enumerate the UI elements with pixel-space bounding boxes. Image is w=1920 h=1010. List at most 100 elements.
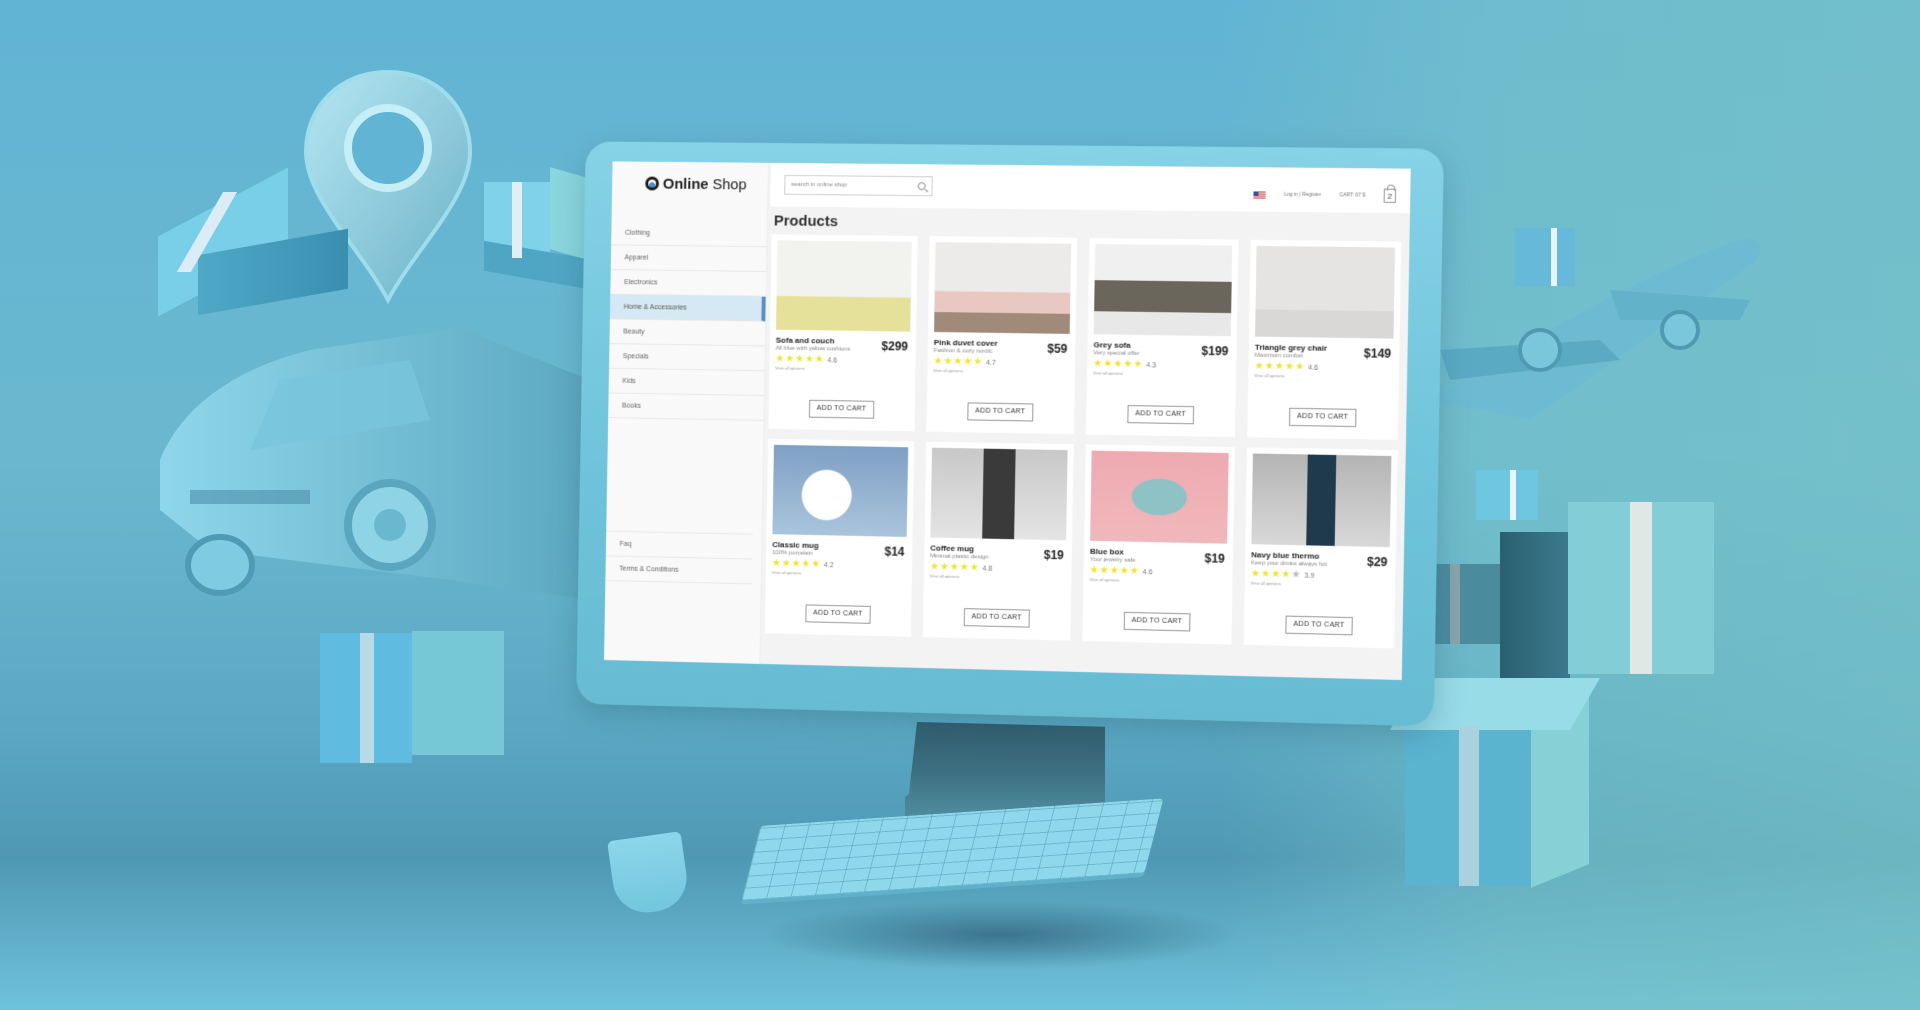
star-icon: ★ (775, 353, 785, 365)
product-price: $19 (1204, 551, 1225, 566)
view-opinions-link[interactable]: View all opinions (1254, 373, 1393, 380)
star-icon: ★ (801, 558, 811, 570)
star-icon: ★ (1274, 361, 1284, 373)
star-icon: ★ (814, 354, 824, 366)
add-to-cart-button[interactable]: ADD TO CART (1123, 611, 1191, 632)
star-icon: ★ (811, 558, 821, 570)
logo-text-bold: Online (662, 175, 709, 193)
product-grid: Sofa and couch All blue with yellow cush… (764, 234, 1402, 649)
logo[interactable]: Online Shop (612, 161, 768, 206)
monitor: Online Shop Clothing Apparel Electronics … (576, 141, 1444, 727)
star-icon: ★ (1089, 564, 1099, 577)
add-to-cart-button[interactable]: ADD TO CART (808, 399, 875, 419)
product-card[interactable]: Sofa and couch All blue with yellow cush… (768, 234, 918, 432)
view-opinions-link[interactable]: View all opinions (1093, 370, 1230, 377)
product-image-white-mug[interactable] (772, 444, 909, 537)
search-icon[interactable] (917, 182, 926, 191)
cart-total[interactable]: CART: 67 $ (1339, 192, 1365, 198)
star-icon: ★ (973, 356, 983, 368)
product-rating: ★ ★ ★ ★ ★ 4.6 (1254, 360, 1393, 374)
shop-logo-icon (645, 176, 660, 191)
product-card[interactable]: Classic mug 100% porcelain $14 ★ ★ ★ ★ ★ 4.2 … (764, 438, 915, 637)
rating-value: 4.3 (1146, 361, 1157, 369)
sidebar-item-apparel[interactable]: Apparel (610, 245, 767, 272)
search-input[interactable]: search in online shop (784, 174, 933, 197)
product-card[interactable]: Navy blue thermo Keep your drinks always… (1243, 447, 1398, 649)
product-card[interactable]: Blue box Your jewelry safe $19 ★ ★ ★ ★ ★ 4.6 … (1082, 444, 1235, 645)
star-icon: ★ (1294, 361, 1305, 373)
shop-screen: Online Shop Clothing Apparel Electronics … (604, 161, 1411, 681)
product-card[interactable]: Grey sofa Very special offer $199 ★ ★ ★ ★ ★ 4… (1085, 237, 1239, 438)
star-icon: ★ (929, 561, 939, 573)
star-icon: ★ (1113, 358, 1123, 370)
cart-bag-icon[interactable]: 2 (1383, 188, 1397, 203)
product-image-grey-sofa[interactable] (1093, 244, 1233, 337)
mouse-icon (607, 831, 691, 917)
add-to-cart-button[interactable]: ADD TO CART (963, 608, 1030, 628)
sidebar-item-kids[interactable]: Kids (608, 368, 765, 397)
product-card[interactable]: Triangle grey chair Maximum comfort $149… (1247, 239, 1402, 440)
star-icon: ★ (791, 558, 801, 570)
star-icon: ★ (1254, 360, 1264, 373)
product-card[interactable]: Coffee mug Minimal plastic design $19 ★ ★… (922, 441, 1074, 641)
star-icon: ★ (959, 562, 969, 574)
product-image-pink-bed[interactable] (934, 242, 1072, 334)
sidebar-item-terms[interactable]: Terms & Conditions (605, 556, 753, 585)
rating-value: 4.8 (982, 565, 993, 573)
star-icon: ★ (1103, 358, 1113, 370)
parcel-box-icon (1500, 502, 1715, 692)
sidebar-item-specials[interactable]: Specials (609, 344, 765, 372)
add-to-cart-button[interactable]: ADD TO CART (1285, 615, 1353, 636)
sidebar-item-faq[interactable]: Faq (605, 531, 753, 560)
parcel-box-icon (158, 167, 348, 317)
search-placeholder: search in online shop (791, 181, 848, 189)
product-image-triangle-chair[interactable] (1255, 245, 1396, 339)
product-rating: ★ ★ ★ ★ ★ 4.6 (775, 353, 909, 367)
view-opinions-link[interactable]: View all opinions (775, 365, 909, 372)
star-icon: ★ (1119, 565, 1129, 577)
sidebar-item-books[interactable]: Books (608, 393, 764, 421)
keyboard-icon (741, 798, 1164, 901)
star-icon: ★ (1093, 358, 1103, 370)
sidebar-item-home-accessories[interactable]: Home & Accessories (609, 294, 766, 322)
star-icon: ★ (804, 353, 814, 366)
star-icon: ★ (1264, 360, 1274, 373)
product-image-blue-sofa[interactable] (775, 240, 912, 332)
star-icon: ★ (1270, 568, 1281, 581)
view-opinions-link[interactable]: View all opinions (933, 368, 1069, 375)
star-icon: ★ (1260, 568, 1271, 580)
product-image-navy-thermo[interactable] (1251, 453, 1392, 548)
category-nav: Clothing Apparel Electronics Home & Acce… (608, 220, 767, 421)
rating-value: 4.6 (827, 356, 838, 364)
add-to-cart-button[interactable]: ADD TO CART (1288, 407, 1357, 428)
separator: | (1299, 191, 1301, 198)
us-flag-icon[interactable] (1253, 190, 1266, 199)
sidebar-item-beauty[interactable]: Beauty (609, 319, 766, 347)
star-icon: ★ (933, 355, 943, 368)
product-image-blue-box[interactable] (1090, 450, 1229, 544)
product-price: $149 (1363, 346, 1392, 361)
product-price: $29 (1366, 554, 1388, 570)
product-rating: ★ ★ ★ ★ ★ 4.7 (933, 355, 1069, 369)
parcel-box-icon (1515, 228, 1575, 286)
star-icon: ★ (771, 557, 781, 570)
sidebar-item-electronics[interactable]: Electronics (610, 270, 767, 297)
account-area: Log in | Register CART: 67 $ 2 (1253, 187, 1397, 203)
star-icon: ★ (963, 356, 973, 368)
star-icon: ★ (1291, 569, 1301, 581)
parcel-box-icon (320, 625, 505, 763)
add-to-cart-button[interactable]: ADD TO CART (967, 402, 1034, 422)
auth-links: Log in | Register (1284, 192, 1321, 198)
star-icon: ★ (794, 353, 804, 365)
product-image-coffee-cup[interactable] (930, 447, 1068, 541)
delivery-van-icon (160, 328, 590, 600)
add-to-cart-button[interactable]: ADD TO CART (805, 604, 871, 624)
add-to-cart-button[interactable]: ADD TO CART (1127, 405, 1195, 425)
product-price: $59 (1047, 341, 1068, 356)
product-price: $299 (881, 339, 909, 354)
register-link[interactable]: Register (1302, 192, 1321, 198)
sidebar-item-clothing[interactable]: Clothing (611, 220, 767, 248)
sidebar-footer: Faq Terms & Conditions (605, 530, 753, 585)
product-card[interactable]: Pink duvet cover Fashion & cozy nordic $… (926, 236, 1078, 435)
login-link[interactable]: Log in (1284, 192, 1298, 198)
